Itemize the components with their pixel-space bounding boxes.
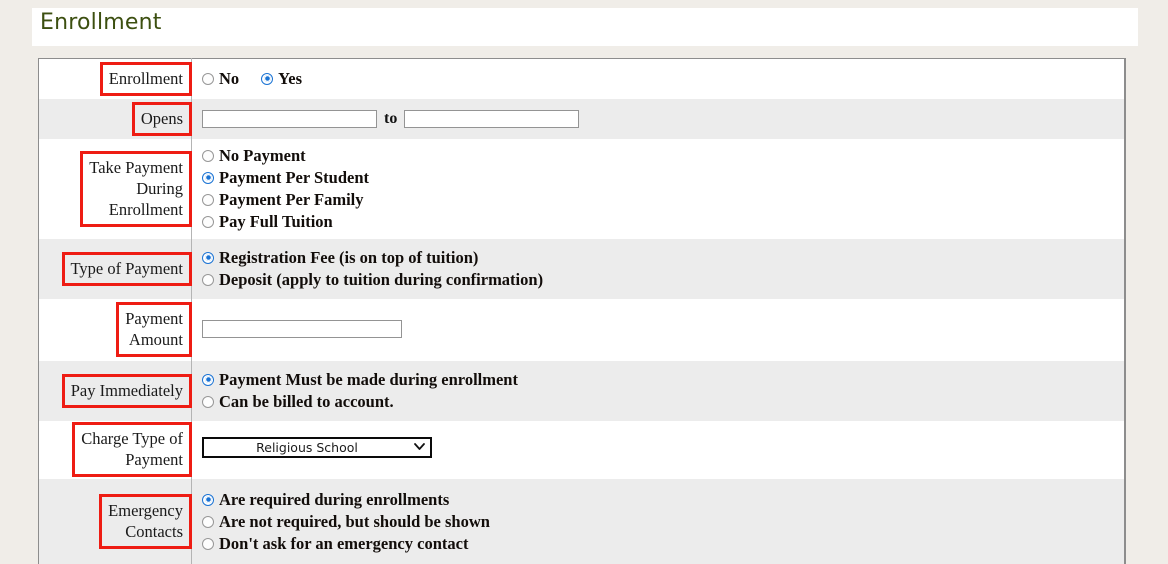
field-cell-charge-type: Religious School: [192, 421, 1126, 479]
enrollment-option-no[interactable]: No: [202, 68, 239, 90]
radio-icon-payment-per-family[interactable]: [202, 193, 214, 206]
form-row-type-of-payment: Type of Payment Registration Fee (is on …: [38, 238, 1126, 299]
radio-icon-dont-ask[interactable]: [202, 537, 214, 550]
field-label-emergency-contacts-line1: Emergency: [108, 501, 183, 520]
field-cell-enrollment: No Yes: [192, 59, 1126, 99]
form-row-pay-immediately: Pay Immediately Payment Must be made dur…: [38, 360, 1126, 421]
radio-icon-pay-full-tuition[interactable]: [202, 215, 214, 228]
field-cell-type-of-payment: Registration Fee (is on top of tuition) …: [192, 239, 1126, 299]
field-cell-payment-amount: [192, 299, 1126, 361]
type-of-payment-option-deposit[interactable]: Deposit (apply to tuition during confirm…: [202, 269, 1124, 291]
field-cell-emergency-contacts: Are required during enrollments Are not …: [192, 479, 1126, 564]
type-of-payment-option-deposit-label: Deposit (apply to tuition during confirm…: [219, 269, 544, 289]
emergency-contacts-option-required-label: Are required during enrollments: [219, 489, 450, 509]
emergency-contacts-option-not-required[interactable]: Are not required, but should be shown: [202, 511, 1124, 533]
type-of-payment-option-registration-fee-label: Registration Fee (is on top of tuition): [219, 247, 479, 267]
radio-icon-not-required[interactable]: [202, 515, 214, 528]
pay-immediately-option-must-pay[interactable]: Payment Must be made during enrollment: [202, 369, 1124, 391]
payment-amount-input[interactable]: [202, 320, 402, 339]
emergency-contacts-option-required[interactable]: Are required during enrollments: [202, 489, 1124, 511]
radio-icon-can-be-billed[interactable]: [202, 395, 214, 408]
charge-type-select[interactable]: Religious School: [202, 436, 432, 458]
field-label-charge-type: Charge Type of Payment: [72, 422, 192, 477]
form-row-opens: Opens to: [38, 98, 1126, 139]
take-payment-radio-group: No Payment Payment Per Student Payment P…: [202, 145, 1124, 233]
pay-immediately-option-billed[interactable]: Can be billed to account.: [202, 391, 1124, 413]
form-row-take-payment-during-enrollment: Take Payment During Enrollment No Paymen…: [38, 138, 1126, 239]
enrollment-option-no-label: No: [219, 68, 240, 88]
enrollment-option-yes-label: Yes: [278, 68, 303, 88]
take-payment-option-no-payment-label: No Payment: [219, 145, 306, 165]
radio-icon-enrollment-no[interactable]: [202, 72, 214, 85]
pay-immediately-option-billed-label: Can be billed to account.: [219, 391, 394, 411]
emergency-contacts-radio-group: Are required during enrollments Are not …: [202, 489, 1124, 555]
field-label-type-of-payment: Type of Payment: [61, 251, 192, 286]
pay-immediately-radio-group: Payment Must be made during enrollment C…: [202, 369, 1124, 413]
emergency-contacts-option-not-required-label: Are not required, but should be shown: [219, 511, 490, 531]
label-cell-payment-amount: Payment Amount: [38, 298, 192, 361]
field-label-emergency-contacts-line2: Contacts: [125, 522, 183, 541]
take-payment-option-per-student-label: Payment Per Student: [219, 167, 370, 187]
radio-icon-deposit[interactable]: [202, 273, 214, 286]
form-row-charge-type-of-payment: Charge Type of Payment Religious School: [38, 420, 1126, 479]
field-label-payment-amount-line2: Amount: [128, 330, 183, 349]
label-cell-enrollment: Enrollment: [38, 58, 192, 99]
pay-immediately-option-must-pay-label: Payment Must be made during enrollment: [219, 369, 518, 389]
field-label-take-payment-line1: Take Payment: [89, 157, 183, 177]
radio-icon-no-payment[interactable]: [202, 149, 214, 162]
opens-date-range: to: [202, 109, 1124, 128]
field-label-opens: Opens: [131, 101, 192, 136]
take-payment-option-per-family-label: Payment Per Family: [219, 189, 364, 209]
opens-range-separator: to: [384, 109, 398, 127]
opens-from-input[interactable]: [202, 109, 377, 128]
charge-type-select-wrapper[interactable]: Religious School: [202, 436, 432, 458]
label-cell-emergency-contacts: Emergency Contacts: [38, 478, 192, 564]
enrollment-option-yes[interactable]: Yes: [261, 68, 302, 90]
radio-icon-are-required[interactable]: [202, 493, 214, 506]
field-cell-take-payment: No Payment Payment Per Student Payment P…: [192, 139, 1126, 239]
field-cell-pay-immediately: Payment Must be made during enrollment C…: [192, 361, 1126, 421]
take-payment-option-per-student[interactable]: Payment Per Student: [202, 167, 1124, 189]
take-payment-option-full-tuition-label: Pay Full Tuition: [219, 211, 333, 231]
page-header: Enrollment: [32, 8, 1138, 46]
opens-to-input[interactable]: [404, 109, 580, 128]
page-title: Enrollment: [40, 10, 162, 35]
field-label-take-payment-line2: During: [136, 178, 183, 198]
type-of-payment-option-registration-fee[interactable]: Registration Fee (is on top of tuition): [202, 247, 1124, 269]
label-cell-take-payment: Take Payment During Enrollment: [38, 138, 192, 239]
label-cell-opens: Opens: [38, 98, 192, 139]
field-label-emergency-contacts: Emergency Contacts: [99, 494, 192, 549]
field-label-payment-amount-line1: Payment: [125, 309, 183, 328]
field-label-take-payment: Take Payment During Enrollment: [80, 150, 192, 227]
radio-icon-registration-fee[interactable]: [202, 251, 214, 264]
field-label-pay-immediately: Pay Immediately: [61, 373, 192, 408]
radio-icon-payment-must-be-made[interactable]: [202, 373, 214, 386]
field-label-charge-type-line1: Charge Type of: [81, 429, 183, 448]
take-payment-option-no-payment[interactable]: No Payment: [202, 145, 1124, 167]
form-row-enrollment: Enrollment No Yes: [38, 58, 1126, 99]
form-row-emergency-contacts: Emergency Contacts Are required during e…: [38, 478, 1126, 564]
type-of-payment-radio-group: Registration Fee (is on top of tuition) …: [202, 247, 1124, 291]
field-label-payment-amount: Payment Amount: [116, 302, 192, 357]
label-cell-type-of-payment: Type of Payment: [38, 238, 192, 299]
page-root: Enrollment Enrollment No Yes Opens to Ta…: [0, 0, 1168, 564]
radio-icon-payment-per-student[interactable]: [202, 171, 214, 184]
take-payment-option-full-tuition[interactable]: Pay Full Tuition: [202, 211, 1124, 233]
emergency-contacts-option-dont-ask[interactable]: Don't ask for an emergency contact: [202, 533, 1124, 555]
field-label-take-payment-line3: Enrollment: [108, 199, 183, 219]
label-cell-pay-immediately: Pay Immediately: [38, 360, 192, 421]
field-cell-opens: to: [192, 99, 1126, 139]
label-cell-charge-type: Charge Type of Payment: [38, 420, 192, 479]
take-payment-option-per-family[interactable]: Payment Per Family: [202, 189, 1124, 211]
form-row-payment-amount: Payment Amount: [38, 298, 1126, 361]
field-label-charge-type-line2: Payment: [125, 450, 183, 469]
emergency-contacts-option-dont-ask-label: Don't ask for an emergency contact: [219, 533, 469, 553]
field-label-enrollment: Enrollment: [99, 61, 192, 96]
enrollment-radio-group: No Yes: [202, 68, 1124, 90]
enrollment-settings-form: Enrollment No Yes Opens to Take Payment …: [38, 58, 1126, 564]
radio-icon-enrollment-yes[interactable]: [261, 72, 274, 85]
